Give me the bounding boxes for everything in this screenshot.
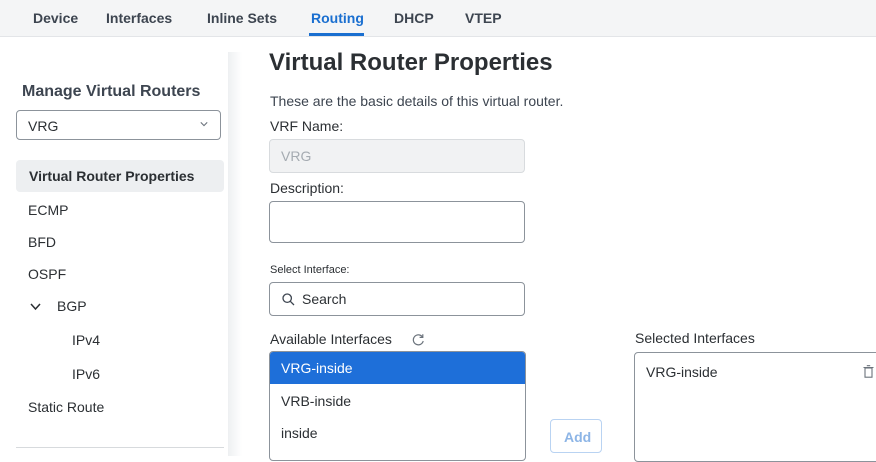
select-interface-label: Select Interface: [270,264,350,276]
tab-routing[interactable]: Routing [311,10,364,26]
virtual-router-select-value: VRG [28,118,59,134]
tab-vtep[interactable]: VTEP [465,10,502,26]
add-button[interactable]: Add [550,419,602,453]
list-item[interactable]: VRG-inside [270,352,525,384]
sidebar-item-ospf[interactable]: OSPF [28,266,66,282]
list-item-label: VRG-inside [281,360,353,376]
description-field[interactable] [269,201,525,243]
vrf-name-field: VRG [269,139,525,173]
selected-interfaces-list[interactable]: VRG-inside [634,352,876,462]
sidebar-item-static-route[interactable]: Static Route [28,399,104,415]
trash-icon[interactable] [863,365,874,378]
available-interfaces-label: Available Interfaces [270,331,424,347]
list-item-label: VRG-inside [646,364,718,380]
vrf-name-label: VRF Name: [270,118,344,134]
sidebar-divider [16,447,224,448]
tab-dhcp[interactable]: DHCP [394,10,434,26]
tab-inline-sets[interactable]: Inline Sets [207,10,277,26]
page-subtitle: These are the basic details of this virt… [270,93,564,109]
list-item[interactable]: VRB-inside [270,385,525,417]
list-item: VRG-inside [635,356,876,388]
virtual-router-select[interactable]: VRG [16,110,221,140]
search-placeholder: Search [302,291,347,307]
add-button-label: Add [564,429,592,445]
sidebar-item-virtual-router-properties[interactable]: Virtual Router Properties [16,160,224,192]
tab-device[interactable]: Device [33,10,78,26]
interface-search-input[interactable]: Search [269,282,525,316]
sidebar-item-ecmp[interactable]: ECMP [28,202,68,218]
sidebar-item-label: Virtual Router Properties [29,168,195,184]
sidebar-item-ipv6[interactable]: IPv6 [72,366,100,382]
available-interfaces-list[interactable]: VRG-inside VRB-inside inside [269,351,526,461]
vrf-name-value: VRG [281,148,312,164]
chevron-down-icon [200,122,208,127]
search-icon [282,293,295,306]
chevron-down-icon[interactable] [30,302,41,311]
selected-interfaces-label: Selected Interfaces [635,330,755,346]
list-item-label: VRB-inside [281,393,352,409]
available-interfaces-label-text: Available Interfaces [270,331,392,347]
list-item[interactable]: inside [270,417,525,449]
tab-interfaces[interactable]: Interfaces [106,10,172,26]
sidebar-item-label: BGP [57,298,87,314]
active-tab-indicator [309,33,364,36]
sidebar-divider [228,52,242,456]
top-tab-bar: Device Interfaces Inline Sets Routing DH… [0,0,876,37]
sidebar-title: Manage Virtual Routers [22,83,201,100]
page-title: Virtual Router Properties [269,49,553,76]
refresh-icon[interactable] [412,333,425,346]
sidebar-item-bfd[interactable]: BFD [28,234,56,250]
sidebar-item-ipv4[interactable]: IPv4 [72,332,100,348]
list-item-label: inside [281,425,318,441]
description-label: Description: [270,180,344,196]
